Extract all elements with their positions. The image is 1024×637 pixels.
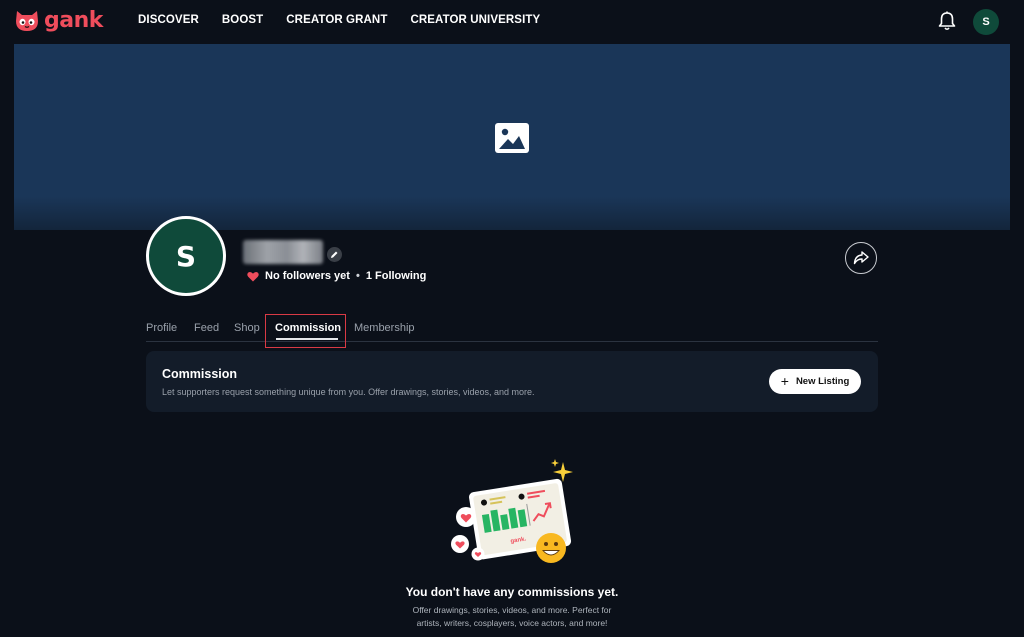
bell-icon[interactable] [936,10,958,32]
profile-name-blurred [243,240,323,264]
new-listing-label: New Listing [795,376,850,387]
empty-state-title: You don't have any commissions yet. [405,585,619,599]
nav-discover[interactable]: DISCOVER [138,14,199,26]
share-arrow-icon [853,251,869,265]
separator-dot: • [355,270,360,282]
nav-boost[interactable]: BOOST [222,14,263,26]
follow-stats: No followers yet • 1 Following [247,270,426,282]
empty-state-description-line2: artists, writers, cosplayers, voice acto… [416,618,608,628]
following-count[interactable]: 1 Following [366,270,427,282]
share-button[interactable] [845,242,877,274]
brand-name: gank [44,8,103,33]
tab-highlight-box [265,314,346,348]
nav-creator-grant[interactable]: CREATOR GRANT [286,14,387,26]
user-avatar[interactable]: S [973,9,999,35]
commission-empty-illustration: gank. [451,459,573,563]
commission-card-title: Commission [162,367,238,381]
image-upload-icon[interactable] [494,122,530,154]
edit-name-button[interactable] [327,247,342,262]
profile-tabs: Profile Feed Shop Commission Membership [146,322,878,342]
commission-card-description: Let supporters request something unique … [162,387,535,397]
red-panda-logo-icon [16,10,38,31]
tab-profile[interactable]: Profile [146,322,177,334]
heart-icon [247,271,259,281]
tab-shop[interactable]: Shop [234,322,260,334]
tab-membership[interactable]: Membership [354,322,415,334]
plus-icon: + [780,372,789,389]
pencil-icon [331,251,338,258]
main-nav: DISCOVER BOOST CREATOR GRANT CREATOR UNI… [138,14,563,26]
empty-state-description: Offer drawings, stories, videos, and mor… [362,604,662,630]
nav-creator-university[interactable]: CREATOR UNIVERSITY [410,14,540,26]
new-listing-button[interactable]: + New Listing [769,369,861,394]
profile-banner [14,44,1010,230]
top-navbar: gank DISCOVER BOOST CREATOR GRANT CREATO… [0,0,1024,44]
tab-feed[interactable]: Feed [194,322,219,334]
commission-card: Commission Let supporters request someth… [146,351,878,412]
followers-count[interactable]: No followers yet [265,270,350,282]
gank-logo[interactable]: gank [14,8,103,33]
empty-state-description-line1: Offer drawings, stories, videos, and mor… [412,605,612,615]
profile-avatar[interactable]: S [146,216,226,296]
